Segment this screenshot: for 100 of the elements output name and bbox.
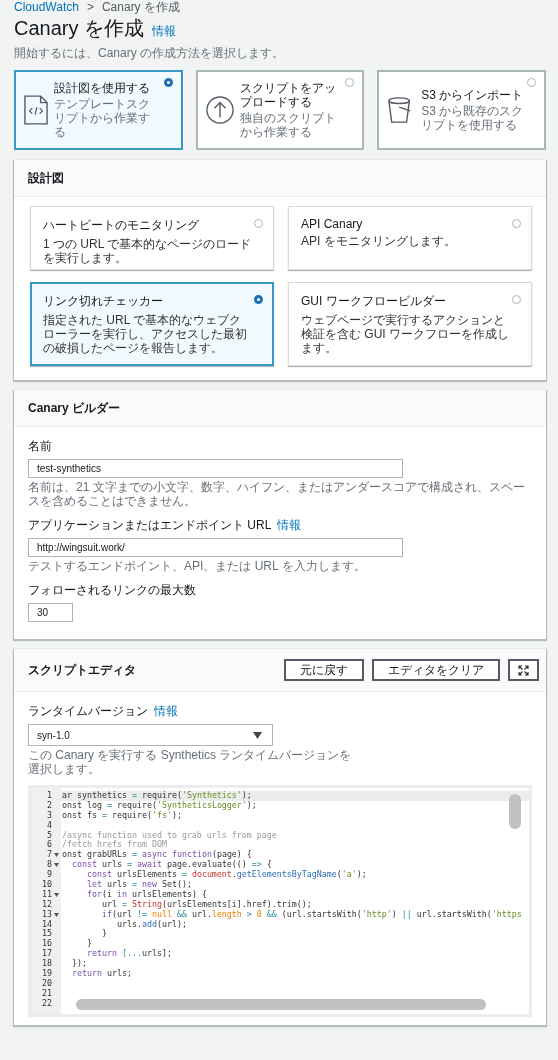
- line-number: 22: [41, 998, 52, 1009]
- blueprint-title: ハートビートのモニタリング: [43, 217, 200, 234]
- breadcrumb-separator: >: [86, 1, 94, 13]
- code-line: }: [100, 929, 108, 940]
- line-number: 12: [41, 899, 52, 910]
- code-line: onst fs = require('fs');: [61, 810, 182, 821]
- fold-caret-icon[interactable]: [54, 892, 59, 897]
- caret-icon: [253, 731, 262, 739]
- section-title: Canary ビルダー: [28, 399, 121, 417]
- info-link[interactable]: 情報: [154, 703, 178, 720]
- field-label: 名前: [28, 438, 52, 455]
- blueprint-card[interactable]: リンク切れチェッカー 指定された URL で基本的なウェブクローラーを実行し、アクセスした最初の破損したページを報告します。: [30, 282, 274, 366]
- input-field[interactable]: http://wingsuit.work/: [28, 538, 403, 557]
- blueprint-description: ウェブページで実行するアクションと検証を含む GUI ワークフローを作成します。: [301, 313, 510, 355]
- code-line: if(url != null && url.length > 0 && (url.startsWith('http') || url.startsWith('https: [100, 909, 523, 920]
- field-label: フォローされるリンクの最大数: [28, 582, 196, 599]
- section-title: スクリプトエディタ: [28, 661, 136, 679]
- code-line: return urls;: [71, 969, 133, 979]
- scrollbar-thumb[interactable]: [76, 999, 486, 1010]
- line-number: 9: [46, 870, 52, 880]
- line-number: 6: [46, 840, 52, 850]
- blueprint-description: 1 つの URL で基本的なページのロードを実行します。: [43, 237, 253, 265]
- breadcrumb-link[interactable]: CloudWatch: [14, 1, 79, 13]
- code-line: onst log = require('SyntheticsLogger');: [61, 800, 258, 811]
- radio-button[interactable]: [254, 295, 263, 304]
- method-card[interactable]: S3 からインポート S3 から既存のスクリプトを使用する: [377, 70, 546, 150]
- code-line: /fetch hrefs from DOM: [61, 840, 168, 850]
- radio-button[interactable]: [254, 219, 263, 228]
- line-number: 16: [41, 939, 52, 949]
- field-label: ランタイムバージョン: [28, 703, 148, 720]
- line-number: 10: [41, 880, 52, 890]
- code-line: /async function used to grab urls from page: [61, 830, 278, 841]
- code-line: urls.add(url);: [115, 919, 188, 930]
- page-title: Canary を作成: [14, 16, 145, 41]
- code-line: url = String(urlsElements[i].href).trim();: [100, 899, 313, 910]
- line-number: 11: [41, 889, 52, 900]
- method-title: S3 からインポート: [421, 88, 524, 102]
- line-number: 21: [41, 988, 52, 999]
- blueprint-description: API をモニタリングします。: [301, 234, 457, 248]
- blueprint-description: 指定された URL で基本的なウェブクローラーを実行し、アクセスした最初の破損したページを報告します。: [43, 313, 248, 355]
- section-title: 設計図: [28, 169, 64, 187]
- line-number: 2: [46, 800, 52, 811]
- method-description: S3 から既存のスクリプトを使用する: [421, 104, 524, 132]
- radio-button[interactable]: [527, 78, 536, 87]
- field-label: アプリケーションまたはエンドポイント URL: [28, 517, 272, 534]
- code-line: let urls = new Set();: [85, 880, 193, 890]
- method-card[interactable]: スクリプトをアップロードする 独自のスクリプトから作業する: [195, 70, 365, 150]
- line-number: 20: [41, 978, 52, 989]
- blueprint-title: リンク切れチェッカー: [43, 293, 164, 310]
- line-number: 1: [46, 791, 52, 801]
- page-description: 開始するには、Canary の作成方法を選択します。: [14, 45, 286, 62]
- method-title: スクリプトをアップロードする: [239, 81, 337, 109]
- field-hint: この Canary を実行する Synthetics ランタイムバージョンを選択します。: [28, 748, 353, 776]
- field-hint: テストするエンドポイント、API、または URL を入力します。: [28, 559, 367, 573]
- line-number: 19: [41, 969, 52, 979]
- breadcrumb-current: Canary を作成: [101, 1, 180, 13]
- scrollbar-thumb[interactable]: [509, 794, 521, 829]
- blueprint-title: API Canary: [301, 217, 364, 231]
- toolbar-button[interactable]: 元に戻す: [284, 659, 364, 681]
- method-description: テンプレートスクリプトから作業する: [54, 97, 151, 139]
- input-field[interactable]: test-synthetics: [28, 459, 403, 478]
- radio-button[interactable]: [163, 78, 173, 87]
- code-line: const urls = await page.evaluate(() => {: [71, 860, 273, 870]
- line-number: 4: [46, 820, 52, 831]
- line-number: 15: [41, 929, 52, 939]
- blueprint-card[interactable]: API Canary API をモニタリングします。: [288, 206, 532, 270]
- fold-caret-icon[interactable]: [54, 912, 59, 917]
- code-line: for(i in urlsElements) {: [85, 889, 208, 900]
- expand-icon: [518, 664, 529, 676]
- line-number: 17: [41, 949, 52, 959]
- input-field[interactable]: 30: [28, 603, 73, 622]
- radio-button[interactable]: [512, 219, 521, 228]
- radio-button[interactable]: [345, 78, 355, 87]
- method-description: 独自のスクリプトから作業する: [239, 111, 337, 139]
- line-number: 7: [46, 850, 52, 860]
- method-title: 設計図を使用する: [54, 81, 151, 95]
- code-line: }: [85, 939, 93, 949]
- code-file-icon: [24, 95, 48, 125]
- line-number: 13: [41, 909, 52, 920]
- line-number: 18: [41, 959, 52, 969]
- upload-icon: [205, 96, 234, 124]
- line-number: 14: [41, 919, 52, 929]
- runtime-select[interactable]: syn-1.0: [28, 724, 273, 746]
- code-line: });: [71, 959, 88, 969]
- blueprint-card[interactable]: ハートビートのモニタリング 1 つの URL で基本的なページのロードを実行します。: [30, 206, 274, 270]
- blueprint-card[interactable]: GUI ワークフロービルダー ウェブページで実行するアクションと検証を含む GUI ワークフローを作成します。: [288, 282, 532, 366]
- toolbar-button[interactable]: エディタをクリア: [372, 659, 500, 681]
- line-number: 3: [46, 810, 52, 821]
- code-line: onst grabURLs = async function(page) {: [61, 850, 253, 861]
- code-line: return [...urls];: [85, 949, 173, 960]
- field-hint: 名前は、21 文字までの小文字、数字、ハイフン、またはアンダースコアで構成され、スペースを含めることはできません。: [28, 480, 526, 508]
- blueprint-title: GUI ワークフロービルダー: [301, 293, 447, 310]
- radio-button[interactable]: [512, 295, 521, 304]
- method-card[interactable]: 設計図を使用する テンプレートスクリプトから作業する: [14, 70, 183, 150]
- line-number: 8: [46, 860, 52, 870]
- code-editor[interactable]: [28, 785, 532, 1017]
- info-link[interactable]: 情報: [277, 517, 302, 534]
- fullscreen-button[interactable]: [508, 659, 539, 681]
- info-link[interactable]: 情報: [152, 23, 177, 40]
- code-line: const urlsElements = document.getElementsByTagName('a');: [85, 870, 368, 880]
